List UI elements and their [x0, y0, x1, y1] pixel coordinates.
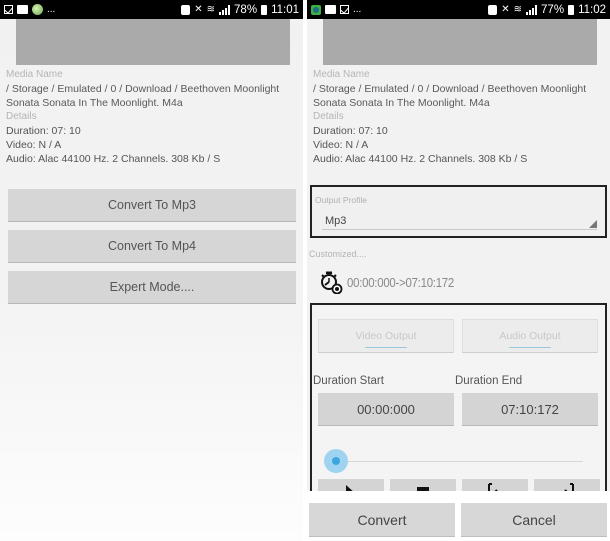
audio-output-label: Audio Output [499, 330, 561, 342]
time-range-row: 00:00:000->07:10:172 [319, 270, 469, 294]
clock: 11:01 [271, 3, 299, 16]
checkbox-icon [4, 5, 13, 14]
media-name-label: Media Name [6, 69, 63, 80]
time-range-text: 00:00:000->07:10:172 [347, 274, 455, 290]
audio-text: Audio: Alac 44100 Hz. 2 Channels. 308 Kb… [6, 153, 221, 165]
image-icon [17, 5, 28, 14]
battery-icon [261, 4, 268, 15]
expert-mode-button[interactable]: Expert Mode.... [8, 271, 296, 304]
video-text: Video: N / A [313, 139, 369, 151]
duration-end-label: Duration End [455, 375, 523, 387]
media-path-line-1: / Storage / Emulated / 0 / Download / Be… [6, 83, 280, 95]
image-icon [325, 5, 336, 14]
signal-icon [526, 4, 538, 15]
video-output-button[interactable]: Video Output [318, 319, 454, 353]
media-path-line-2: Sonata Sonata In The Moonlight. M4a [6, 97, 183, 109]
wifi-icon: ≋ [206, 4, 216, 15]
battery-percent: 77% [541, 3, 565, 16]
convert-to-mp3-button[interactable]: Convert To Mp3 [8, 189, 296, 222]
customized-label: Customized.... [309, 249, 367, 259]
left-phone-screen: ... ✕ ≋ 78% 11:01 Media Name / Storage /… [0, 0, 303, 541]
mute-icon: ✕ [194, 4, 203, 15]
convert-button[interactable]: Convert [309, 503, 455, 537]
wifi-icon: ≋ [513, 4, 523, 15]
convert-to-mp4-button[interactable]: Convert To Mp4 [8, 230, 296, 263]
audio-output-button[interactable]: Audio Output [462, 319, 598, 353]
ad-banner[interactable] [323, 19, 597, 65]
media-path: / Storage / Emulated / 0 / Download / Be… [313, 82, 606, 110]
clock: 11:02 [578, 3, 606, 16]
ad-banner[interactable] [16, 19, 290, 65]
duration-text: Duration: 07: 10 [313, 125, 388, 137]
checkbox-icon [340, 5, 349, 14]
video-output-indicator [365, 346, 407, 348]
video-text: Video: N / A [6, 139, 62, 151]
stopwatch-icon [321, 271, 343, 294]
mute-icon: ✕ [501, 4, 510, 15]
media-path: / Storage / Emulated / 0 / Download / Be… [6, 82, 299, 110]
right-phone-screen: ... ✕ ≋ 77% 11:02 Media Name / Storage /… [307, 0, 610, 541]
dialog-action-bar: Convert Cancel [307, 491, 610, 541]
media-path-line-2: Sonata Sonata In The Moonlight. M4a [313, 97, 490, 109]
globe-icon [32, 4, 43, 15]
output-profile-value: Mp3 [325, 215, 347, 227]
media-path-line-1: / Storage / Emulated / 0 / Download / Be… [313, 83, 587, 95]
seek-bar-track[interactable] [336, 461, 583, 462]
media-info: Media Name / Storage / Emulated / 0 / Do… [6, 68, 299, 166]
duration-start-label: Duration Start [313, 375, 384, 387]
more-notifications-indicator: ... [353, 3, 362, 15]
duration-end-field[interactable]: 07:10:172 [462, 393, 598, 426]
details-label: Details [313, 111, 344, 122]
battery-percent: 78% [234, 3, 258, 16]
more-notifications-indicator: ... [47, 3, 56, 15]
seek-bar-thumb[interactable] [324, 449, 348, 473]
details-label: Details [6, 111, 37, 122]
lock-icon [488, 4, 498, 15]
video-output-label: Video Output [355, 330, 417, 342]
dropdown-arrow-icon [589, 220, 597, 228]
media-name-label: Media Name [313, 69, 370, 80]
duration-start-field[interactable]: 00:00:000 [318, 393, 454, 426]
status-bar: ... ✕ ≋ 78% 11:01 [0, 0, 303, 19]
lock-icon [181, 4, 191, 15]
media-info: Media Name / Storage / Emulated / 0 / Do… [313, 68, 606, 166]
dropdown-underline [322, 229, 597, 230]
audio-text: Audio: Alac 44100 Hz. 2 Channels. 308 Kb… [313, 153, 528, 165]
audio-output-indicator [509, 346, 551, 348]
duration-text: Duration: 07: 10 [6, 125, 81, 137]
output-profile-dropdown[interactable]: Output Profile Mp3 [310, 185, 607, 238]
signal-icon [219, 4, 231, 15]
status-bar: ... ✕ ≋ 77% 11:02 [307, 0, 610, 19]
output-profile-label: Output Profile [315, 195, 367, 205]
app-icon [311, 4, 321, 15]
cancel-button[interactable]: Cancel [461, 503, 607, 537]
battery-icon [568, 4, 575, 15]
expert-settings-panel: Video Output Audio Output Duration Start… [310, 303, 607, 495]
